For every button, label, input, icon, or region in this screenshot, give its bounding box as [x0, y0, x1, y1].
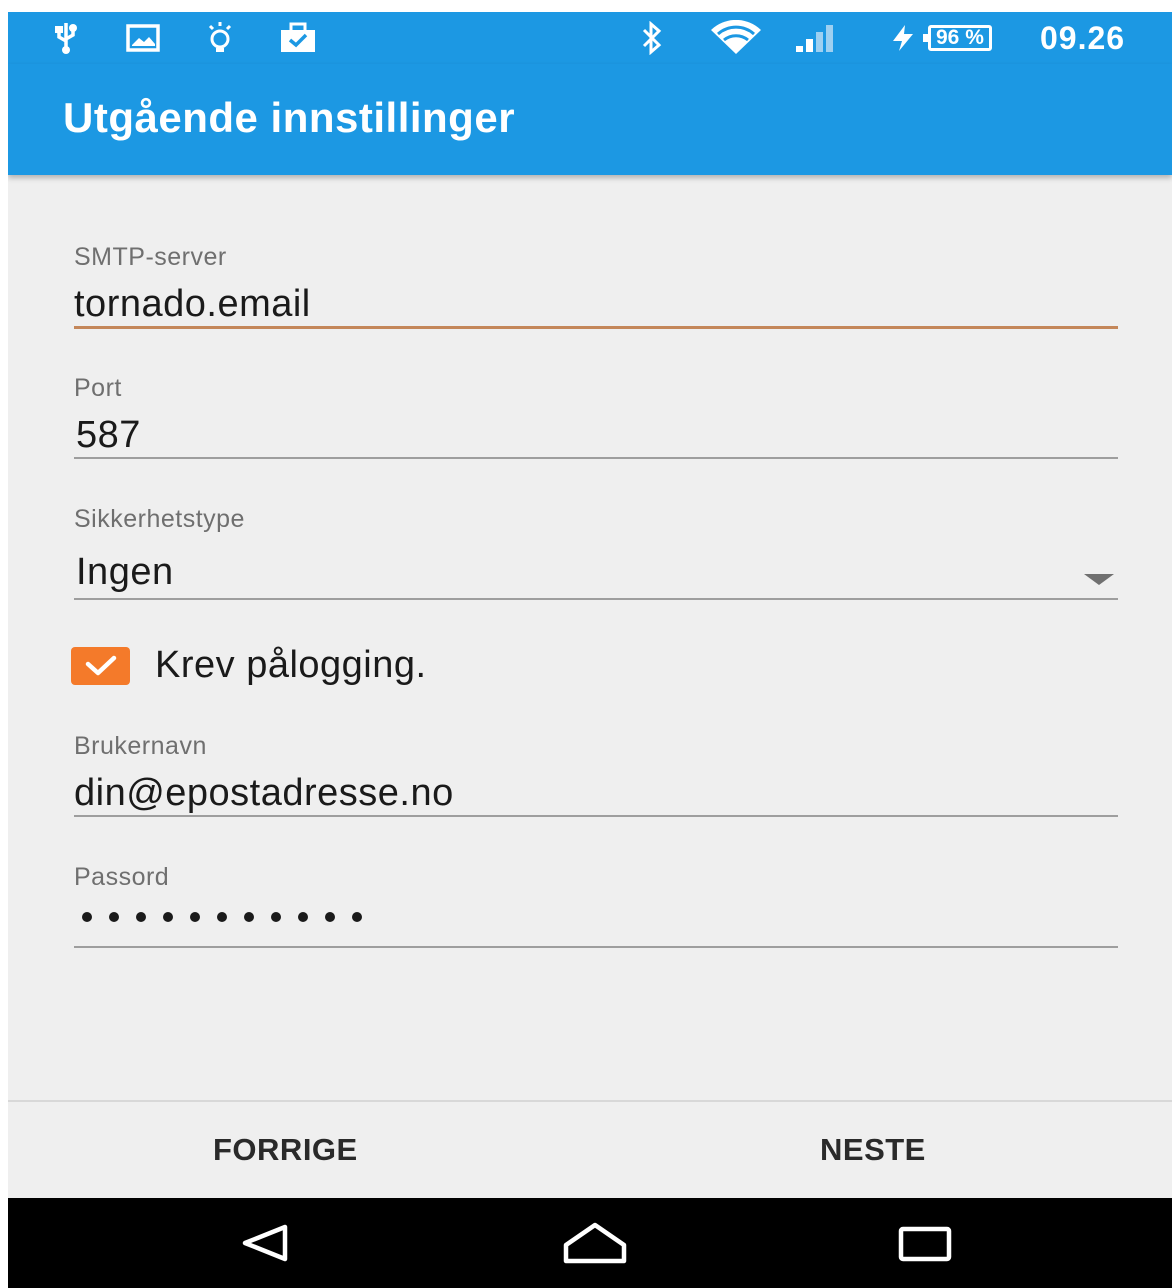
smtp-server-label: SMTP-server — [74, 243, 227, 271]
signal-icon — [790, 20, 842, 56]
require-login-label: Krev pålogging. — [155, 644, 427, 686]
password-dot — [190, 912, 200, 922]
require-login-row[interactable]: Krev pålogging. — [71, 644, 427, 687]
password-dot — [244, 912, 254, 922]
next-button[interactable]: NESTE — [820, 1132, 926, 1168]
security-type-select[interactable]: Ingen — [74, 550, 1118, 594]
username-underline — [74, 815, 1118, 817]
charging-icon — [888, 20, 918, 56]
previous-button[interactable]: FORRIGE — [213, 1132, 358, 1168]
port-input[interactable]: 587 — [74, 413, 1118, 457]
port-field[interactable]: Port 587 — [74, 373, 1118, 459]
security-type-label: Sikkerhetstype — [74, 505, 245, 533]
username-label: Brukernavn — [74, 732, 207, 760]
chevron-down-icon[interactable] — [1084, 574, 1114, 585]
smtp-server-field[interactable]: SMTP-server tornado.email — [74, 242, 1118, 329]
password-dot — [82, 912, 92, 922]
password-input[interactable] — [74, 912, 1118, 922]
home-icon[interactable] — [560, 1218, 630, 1268]
status-bar: 96 % 09.26 — [8, 12, 1172, 64]
battery-indicator: 96 % — [923, 25, 992, 51]
lightbulb-icon — [202, 20, 238, 56]
bluetooth-icon — [636, 20, 668, 56]
wifi-icon — [708, 20, 764, 56]
password-dot — [271, 912, 281, 922]
security-type-underline — [74, 598, 1118, 600]
password-underline — [74, 946, 1118, 948]
username-field[interactable]: Brukernavn din@epostadresse.no — [74, 731, 1118, 817]
screen: 96 % 09.26 Utgående innstillinger SMTP-s… — [8, 12, 1172, 1288]
app-bar: Utgående innstillinger — [8, 64, 1172, 175]
password-dot — [352, 912, 362, 922]
back-icon[interactable] — [230, 1218, 300, 1268]
username-input[interactable]: din@epostadresse.no — [74, 771, 1118, 815]
checkmark-icon — [85, 655, 116, 675]
require-login-checkbox[interactable] — [71, 646, 130, 685]
recents-icon[interactable] — [890, 1218, 960, 1268]
usb-icon — [48, 20, 84, 56]
password-dot — [163, 912, 173, 922]
button-bar: FORRIGE NESTE — [8, 1100, 1172, 1198]
password-dot — [217, 912, 227, 922]
page-title: Utgående innstillinger — [63, 94, 516, 141]
password-label: Passord — [74, 863, 170, 891]
password-dot — [298, 912, 308, 922]
navigation-bar — [8, 1198, 1172, 1288]
password-dot — [109, 912, 119, 922]
password-field[interactable]: Passord — [74, 862, 1118, 948]
smtp-server-input[interactable]: tornado.email — [74, 282, 1118, 326]
briefcase-icon — [278, 20, 318, 56]
password-dot — [325, 912, 335, 922]
image-icon — [124, 20, 162, 56]
password-dot — [136, 912, 146, 922]
security-type-field[interactable]: Sikkerhetstype Ingen — [74, 504, 1118, 600]
port-underline — [74, 457, 1118, 459]
smtp-server-underline — [74, 326, 1118, 329]
port-label: Port — [74, 374, 122, 402]
status-time: 09.26 — [1040, 20, 1126, 56]
